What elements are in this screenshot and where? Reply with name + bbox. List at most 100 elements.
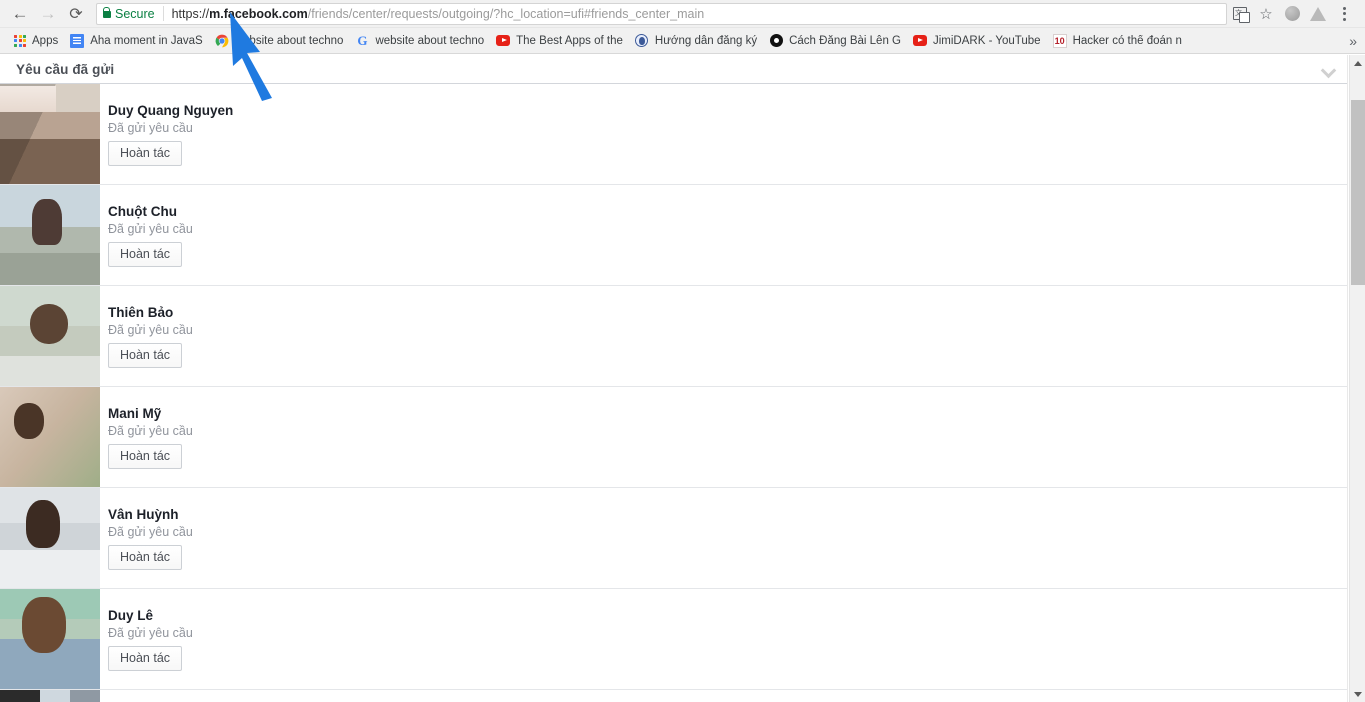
undo-button[interactable]: Hoàn tác bbox=[108, 646, 183, 671]
translate-icon: 文 bbox=[1233, 7, 1250, 23]
bookmark-item-7[interactable]: 10 Hacker có thể đoán n bbox=[1047, 31, 1188, 51]
request-status: Đã gửi yêu cầu bbox=[108, 121, 193, 135]
avatar[interactable] bbox=[0, 690, 100, 702]
row-body: Vân Huỳnh Đã gửi yêu cầu Hoàn tác bbox=[100, 488, 1347, 588]
youtube-icon bbox=[496, 34, 511, 48]
scroll-down-button[interactable] bbox=[1350, 686, 1365, 702]
avatar-image bbox=[0, 387, 100, 487]
row-body: Duy Quang Nguyen Đã gửi yêu cầu Hoàn tác bbox=[100, 84, 1347, 184]
toolbar-icon-group: 文 ☆ bbox=[1227, 1, 1357, 27]
bookmarks-overflow-button[interactable]: » bbox=[1349, 33, 1357, 49]
bookmark-item-2[interactable]: G website about techno bbox=[349, 31, 490, 51]
bookmark-label: Cách Đăng Bài Lên G bbox=[789, 34, 901, 47]
omnibox-divider bbox=[162, 6, 164, 21]
request-status: Đã gửi yêu cầu bbox=[108, 323, 193, 337]
bookmark-apps-label: Apps bbox=[32, 34, 59, 47]
avatar-image bbox=[0, 488, 100, 588]
url-text: https://m.facebook.com/friends/center/re… bbox=[172, 7, 705, 21]
undo-button[interactable]: Hoàn tác bbox=[108, 343, 183, 368]
scroll-down-icon bbox=[1354, 691, 1362, 697]
target-icon bbox=[769, 34, 783, 48]
request-status: Đã gửi yêu cầu bbox=[108, 626, 193, 640]
request-status: Đã gửi yêu cầu bbox=[108, 424, 193, 438]
page-scrollbar[interactable] bbox=[1349, 55, 1365, 702]
row-body: Chuột Chu Đã gửi yêu cầu Hoàn tác bbox=[100, 185, 1347, 285]
scrollbar-thumb[interactable] bbox=[1351, 100, 1365, 285]
scroll-up-button[interactable] bbox=[1350, 55, 1365, 71]
bookmark-item-1[interactable]: website about techno bbox=[209, 31, 350, 51]
table-row-partial bbox=[0, 690, 1347, 702]
avatar[interactable] bbox=[0, 387, 100, 487]
avatar-image bbox=[0, 589, 100, 689]
friend-name[interactable]: Chuột Chu bbox=[108, 204, 1347, 219]
row-body: Duy Lê Đã gửi yêu cầu Hoàn tác bbox=[100, 589, 1347, 689]
row-body: Thiên Bảo Đã gửi yêu cầu Hoàn tác bbox=[100, 286, 1347, 386]
undo-button[interactable]: Hoàn tác bbox=[108, 242, 183, 267]
page-title: Yêu cầu đã gửi bbox=[16, 61, 115, 77]
request-status: Đã gửi yêu cầu bbox=[108, 222, 193, 236]
page-viewport: Yêu cầu đã gửi Duy Quang Nguyen Đã gửi y… bbox=[0, 55, 1365, 702]
bookmark-label: JimiDARK - YouTube bbox=[932, 34, 1041, 47]
chrome-menu-button[interactable] bbox=[1331, 1, 1357, 27]
extension-drive-button[interactable] bbox=[1305, 1, 1331, 27]
friend-name[interactable]: Thiên Bảo bbox=[108, 305, 1347, 320]
doc-icon bbox=[70, 33, 85, 48]
bookmark-item-6[interactable]: JimiDARK - YouTube bbox=[907, 31, 1047, 51]
browser-toolbar: ← → ⟳ Secure https://m.facebook.com/frie… bbox=[0, 0, 1365, 28]
extension-globe-button[interactable] bbox=[1279, 1, 1305, 27]
scroll-up-icon bbox=[1354, 60, 1362, 66]
url-scheme: https:// bbox=[171, 6, 210, 21]
bookmark-label: Hướng dẫn đăng ký bbox=[654, 34, 758, 47]
forward-button[interactable]: → bbox=[34, 1, 62, 27]
bookmark-item-5[interactable]: Cách Đăng Bài Lên G bbox=[763, 31, 907, 51]
reload-button[interactable]: ⟳ bbox=[62, 1, 90, 27]
reload-icon: ⟳ bbox=[69, 5, 83, 23]
avatar-image bbox=[0, 185, 100, 285]
row-body bbox=[100, 690, 1347, 702]
request-status: Đã gửi yêu cầu bbox=[108, 525, 193, 539]
avatar[interactable] bbox=[0, 589, 100, 689]
undo-button[interactable]: Hoàn tác bbox=[108, 545, 183, 570]
avatar[interactable] bbox=[0, 286, 100, 386]
undo-button[interactable]: Hoàn tác bbox=[108, 141, 183, 166]
avatar[interactable] bbox=[0, 84, 100, 184]
address-bar[interactable]: Secure https://m.facebook.com/friends/ce… bbox=[96, 2, 1227, 25]
friends-center-page: Yêu cầu đã gửi Duy Quang Nguyen Đã gửi y… bbox=[0, 55, 1348, 702]
back-arrow-icon: ← bbox=[11, 4, 29, 23]
bookmark-item-0[interactable]: Aha moment in JavaS bbox=[64, 31, 209, 51]
bookmark-button[interactable]: ☆ bbox=[1253, 1, 1279, 27]
row-body: Mani Mỹ Đã gửi yêu cầu Hoàn tác bbox=[100, 387, 1347, 487]
friend-name[interactable]: Mani Mỹ bbox=[108, 406, 1347, 421]
undo-button[interactable]: Hoàn tác bbox=[108, 444, 183, 469]
chevron-down-icon[interactable] bbox=[1322, 63, 1335, 76]
bookmark-item-3[interactable]: The Best Apps of the bbox=[490, 31, 629, 51]
bookmark-label: Hacker có thể đoán n bbox=[1072, 34, 1182, 47]
friend-name[interactable]: Vân Huỳnh bbox=[108, 507, 1347, 522]
extension-drive-icon bbox=[1310, 6, 1326, 21]
bookmark-apps[interactable]: Apps bbox=[8, 31, 64, 51]
back-button[interactable]: ← bbox=[6, 1, 34, 27]
table-row: Mani Mỹ Đã gửi yêu cầu Hoàn tác bbox=[0, 387, 1347, 488]
friend-name[interactable]: Duy Quang Nguyen bbox=[108, 103, 1347, 118]
avatar-image bbox=[0, 84, 100, 184]
table-row: Duy Quang Nguyen Đã gửi yêu cầu Hoàn tác bbox=[0, 84, 1347, 185]
avatar-image bbox=[0, 286, 100, 386]
google-g-icon: G bbox=[357, 33, 368, 48]
avatar[interactable] bbox=[0, 185, 100, 285]
bookmark-item-4[interactable]: Hướng dẫn đăng ký bbox=[629, 31, 763, 51]
security-label: Secure bbox=[115, 6, 155, 21]
chrome-icon bbox=[215, 34, 229, 48]
youtube-icon bbox=[912, 34, 927, 48]
table-row: Thiên Bảo Đã gửi yêu cầu Hoàn tác bbox=[0, 286, 1347, 387]
translate-button[interactable]: 文 bbox=[1227, 1, 1253, 27]
browser-window: ← → ⟳ Secure https://m.facebook.com/frie… bbox=[0, 0, 1365, 702]
blue-circle-icon bbox=[635, 34, 649, 48]
number-icon: 10 bbox=[1052, 33, 1067, 48]
bookmark-label: website about techno bbox=[375, 34, 485, 47]
bookmark-label: Aha moment in JavaS bbox=[90, 34, 203, 47]
avatar[interactable] bbox=[0, 488, 100, 588]
bookmark-label: The Best Apps of the bbox=[516, 34, 623, 47]
apps-grid-icon bbox=[14, 34, 26, 47]
friend-name[interactable]: Duy Lê bbox=[108, 608, 1347, 623]
bookmark-label: website about techno bbox=[234, 34, 344, 47]
